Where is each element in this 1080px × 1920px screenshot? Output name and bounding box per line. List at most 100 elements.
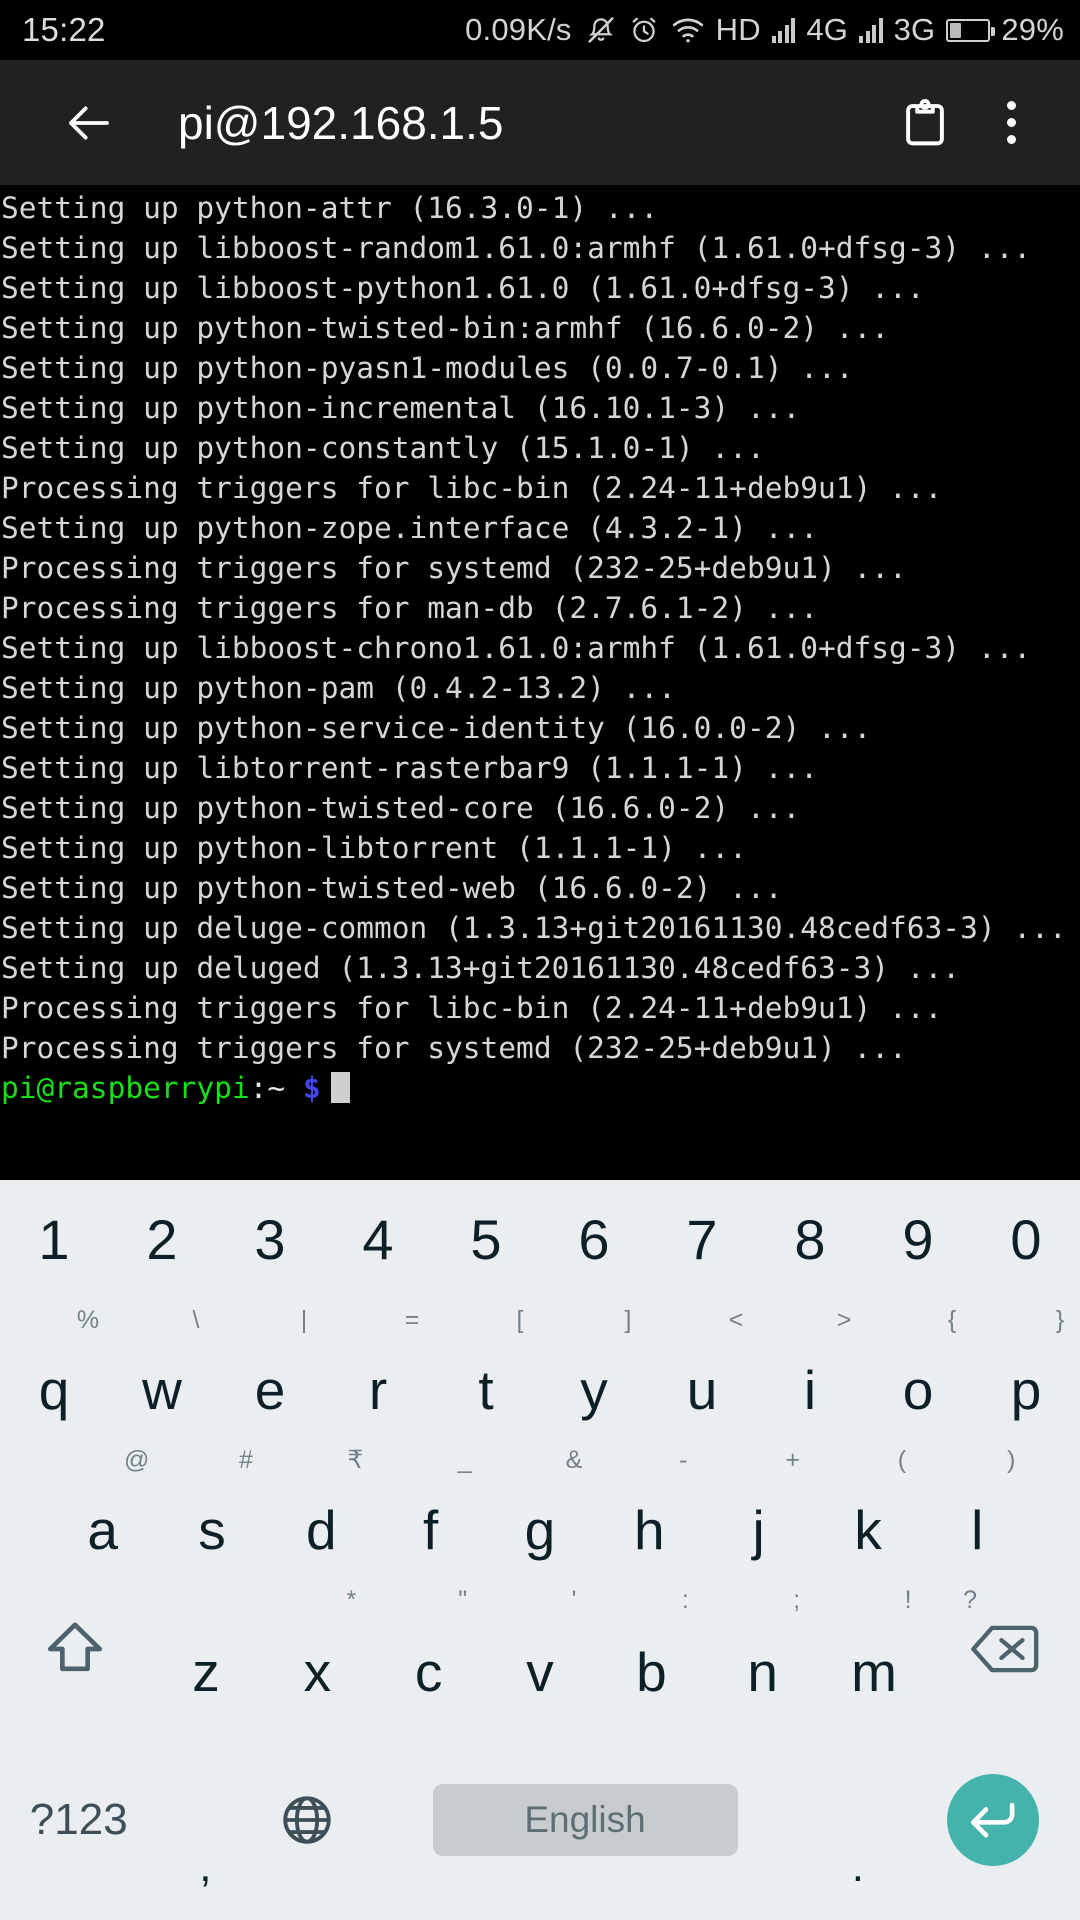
key-c[interactable]: " c <box>373 1578 484 1720</box>
key-5-label: 5 <box>470 1207 502 1271</box>
key-h[interactable]: -h <box>595 1438 704 1578</box>
key-s[interactable]: # s <box>157 1438 266 1578</box>
spacebar-key[interactable]: English <box>360 1720 810 1920</box>
key-w-label: w <box>142 1359 182 1421</box>
key-e-label: e <box>254 1359 286 1421</box>
terminal-line: Setting up python-zope.interface (4.3.2-… <box>1 511 818 545</box>
enter-key[interactable] <box>906 1720 1080 1920</box>
key-o[interactable]: {o <box>864 1298 972 1438</box>
key-q[interactable]: % q <box>0 1298 108 1438</box>
key-f[interactable]: _ f <box>376 1438 485 1578</box>
key-a[interactable]: @ a <box>48 1438 157 1578</box>
back-button[interactable] <box>46 80 132 166</box>
key-u[interactable]: < u <box>648 1298 756 1438</box>
terminal-output[interactable]: Setting up python-attr (16.3.0-1) ... Set… <box>0 185 1080 1180</box>
key-g[interactable]: & g <box>485 1438 594 1578</box>
network-type-sim1: 4G <box>806 12 849 47</box>
key-e[interactable]: | e <box>216 1298 324 1438</box>
key-p[interactable]: } p <box>972 1298 1080 1438</box>
terminal-line: Setting up python-libtorrent (1.1.1-1) .… <box>1 831 747 865</box>
key-2[interactable]: 2 <box>108 1180 216 1298</box>
key-g-alt-label: & <box>565 1446 583 1474</box>
key-q-alt-label: % <box>76 1306 100 1334</box>
asdf-row-right-pad <box>1032 1438 1080 1578</box>
period-key[interactable]: . <box>810 1720 906 1920</box>
back-arrow-icon <box>69 105 109 140</box>
bell-muted-icon <box>585 14 617 46</box>
backspace-key[interactable] <box>930 1578 1080 1720</box>
terminal-line: Setting up libboost-python1.61.0 (1.61.0… <box>1 271 925 305</box>
terminal-prompt-line: pi@raspberrypi:~ $ <box>0 1068 1080 1108</box>
clipboard-button[interactable] <box>882 80 968 166</box>
key-t-label: t <box>478 1359 494 1421</box>
key-k-label: k <box>854 1499 882 1561</box>
key-y-alt-label: ] <box>624 1306 632 1334</box>
key-m[interactable]: ! m? <box>818 1578 977 1720</box>
enter-key-surface <box>946 1774 1039 1866</box>
key-d[interactable]: ₹ d <box>267 1438 376 1578</box>
shift-key[interactable] <box>0 1578 150 1720</box>
network-type-sim2: 3G <box>893 12 936 47</box>
key-i-alt-label: > <box>836 1306 852 1334</box>
prompt-symbol: $ <box>302 1071 321 1105</box>
key-5[interactable]: 5 <box>432 1180 540 1298</box>
key-6[interactable]: 6 <box>540 1180 648 1298</box>
key-4[interactable]: 4 <box>324 1180 432 1298</box>
language-switch-key[interactable] <box>253 1720 360 1920</box>
key-y-label: y <box>580 1359 608 1421</box>
key-c-alt-label: " <box>458 1586 468 1614</box>
key-7[interactable]: 7 <box>648 1180 756 1298</box>
key-r[interactable]: = r <box>324 1298 432 1438</box>
overflow-menu-button[interactable] <box>968 80 1054 166</box>
battery-icon <box>946 18 996 42</box>
key-x[interactable]: * x <box>262 1578 373 1720</box>
comma-key[interactable]: , <box>158 1720 254 1920</box>
key-a-label: a <box>87 1499 118 1561</box>
terminal-line: Setting up python-twisted-bin:armhf (16.… <box>1 311 890 345</box>
key-b[interactable]: :b <box>596 1578 707 1720</box>
globe-language-icon <box>282 1796 331 1844</box>
symbols-key[interactable]: ?123 <box>0 1720 158 1920</box>
key-k[interactable]: (k <box>813 1438 922 1578</box>
key-r-label: r <box>368 1359 388 1421</box>
key-u-label: u <box>686 1359 718 1421</box>
key-w[interactable]: \ w <box>108 1298 216 1438</box>
key-0[interactable]: 0 <box>972 1180 1080 1298</box>
key-g-label: g <box>524 1499 556 1561</box>
key-r-alt-label: = <box>404 1306 420 1334</box>
key-d-alt-label: ₹ <box>347 1446 364 1474</box>
key-l-label: l <box>971 1499 984 1561</box>
key-b-alt-label: : <box>681 1586 689 1614</box>
key-7-label: 7 <box>686 1207 718 1271</box>
key-i[interactable]: > i <box>756 1298 864 1438</box>
key-i-label: i <box>803 1359 817 1421</box>
signal-bars-sim1 <box>771 17 796 43</box>
key-n[interactable]: ; n <box>707 1578 818 1720</box>
key-3[interactable]: 3 <box>216 1180 324 1298</box>
key-o-alt-label: { <box>947 1306 957 1334</box>
key-9[interactable]: 9 <box>864 1180 972 1298</box>
alarm-clock-icon <box>628 14 660 46</box>
key-n-alt-label: ; <box>793 1586 801 1614</box>
key-v[interactable]: ' v <box>484 1578 595 1720</box>
key-8[interactable]: 8 <box>756 1180 864 1298</box>
terminal-line: Processing triggers for systemd (232-25+… <box>1 551 907 585</box>
key-l[interactable]: ) l <box>923 1438 1032 1578</box>
key-h-alt-label: - <box>679 1446 688 1474</box>
terminal-line: Setting up python-incremental (16.10.1-3… <box>1 391 801 425</box>
key-e-alt-label: | <box>300 1306 308 1334</box>
key-y[interactable]: ] y <box>540 1298 648 1438</box>
key-x-label: x <box>303 1641 332 1703</box>
terminal-line: Setting up python-service-identity (16.0… <box>1 711 872 745</box>
key-t[interactable]: [t <box>432 1298 540 1438</box>
terminal-line: Setting up libboost-random1.61.0:armhf (… <box>1 231 1032 265</box>
wifi-icon <box>671 15 705 45</box>
key-z[interactable]: z <box>150 1578 261 1720</box>
key-c-label: c <box>414 1641 443 1703</box>
on-screen-keyboard[interactable]: 1234567890 % q \ w | e = r[t] y < u > i{o} p @ a # s ₹ d _ f… <box>0 1180 1080 1920</box>
key-j[interactable]: + j <box>704 1438 813 1578</box>
key-1[interactable]: 1 <box>0 1180 108 1298</box>
keyboard-row-asdf: @ a # s ₹ d _ f & g - h + j(k) l <box>0 1438 1080 1578</box>
spacebar-surface: English <box>432 1784 738 1856</box>
key-v-label: v <box>526 1641 554 1703</box>
